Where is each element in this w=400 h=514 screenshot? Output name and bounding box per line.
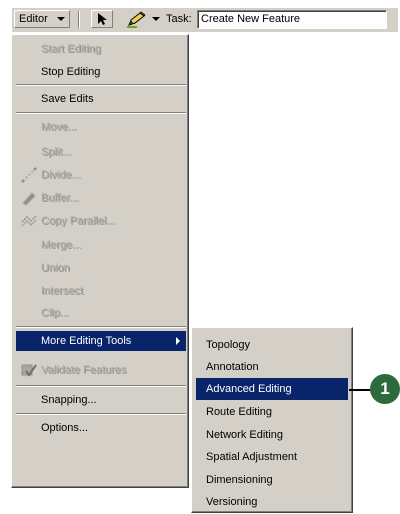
copy-parallel-icon bbox=[21, 215, 37, 227]
validate-features-icon bbox=[21, 364, 37, 377]
menu-separator bbox=[16, 385, 186, 387]
menu-item-options[interactable]: Options... bbox=[16, 418, 186, 438]
editor-menu-label: Editor bbox=[19, 13, 48, 25]
menu-item-save-edits[interactable]: Save Edits bbox=[16, 89, 186, 109]
editor-menu-button[interactable]: Editor bbox=[14, 10, 70, 28]
submenu-item-dimensioning[interactable]: Dimensioning bbox=[196, 469, 348, 491]
editor-toolbar: Editor Task: Create New Feature bbox=[12, 8, 398, 32]
submenu-item-route-editing[interactable]: Route Editing bbox=[196, 401, 348, 423]
buffer-icon bbox=[22, 192, 36, 206]
menu-item-divide[interactable]: Divide... bbox=[16, 165, 186, 185]
menu-item-copy-parallel[interactable]: Copy Parallel... bbox=[16, 211, 186, 231]
submenu-item-versioning[interactable]: Versioning bbox=[196, 491, 348, 513]
menu-item-more-editing-tools[interactable]: More Editing Tools bbox=[16, 331, 186, 351]
arrow-pointer-icon bbox=[98, 13, 107, 25]
submenu-item-annotation[interactable]: Annotation bbox=[196, 356, 348, 378]
pencil-icon bbox=[127, 11, 146, 28]
menu-item-move[interactable]: Move... bbox=[16, 117, 186, 137]
toolbar-separator bbox=[78, 11, 80, 28]
sketch-tool-button[interactable] bbox=[125, 11, 147, 32]
menu-item-buffer[interactable]: Buffer... bbox=[16, 188, 186, 208]
menu-item-snapping[interactable]: Snapping... bbox=[16, 390, 186, 410]
menu-separator bbox=[16, 326, 186, 328]
menu-item-merge[interactable]: Merge... bbox=[16, 235, 186, 255]
divide-icon bbox=[21, 167, 37, 183]
task-label: Task: bbox=[166, 13, 192, 25]
submenu-item-topology[interactable]: Topology bbox=[196, 334, 348, 356]
menu-separator bbox=[16, 84, 186, 86]
task-dropdown[interactable]: Create New Feature bbox=[197, 10, 387, 29]
submenu-item-advanced-editing[interactable]: Advanced Editing bbox=[196, 378, 348, 400]
chevron-right-icon bbox=[176, 337, 180, 345]
editor-menu: Start Editing Stop Editing Save Edits Mo… bbox=[11, 34, 189, 488]
menu-item-split[interactable]: Split... bbox=[16, 142, 186, 162]
menu-item-validate-features[interactable]: Validate Features bbox=[16, 360, 186, 380]
menu-separator bbox=[16, 112, 186, 114]
menu-item-start-editing[interactable]: Start Editing bbox=[16, 39, 186, 59]
menu-separator bbox=[16, 413, 186, 415]
menu-item-union[interactable]: Union bbox=[16, 258, 186, 278]
sketch-tool-dropdown-icon[interactable] bbox=[152, 17, 160, 21]
more-editing-tools-submenu: Topology Annotation Advanced Editing Rou… bbox=[191, 327, 353, 513]
menu-item-stop-editing[interactable]: Stop Editing bbox=[16, 62, 186, 82]
submenu-item-network-editing[interactable]: Network Editing bbox=[196, 424, 348, 446]
chevron-down-icon bbox=[57, 17, 65, 21]
menu-item-clip[interactable]: Clip... bbox=[16, 303, 186, 323]
menu-item-intersect[interactable]: Intersect bbox=[16, 281, 186, 301]
edit-tool-button[interactable] bbox=[91, 10, 113, 28]
step-callout-badge: 1 bbox=[370, 374, 400, 404]
submenu-item-spatial-adjustment[interactable]: Spatial Adjustment bbox=[196, 446, 348, 468]
